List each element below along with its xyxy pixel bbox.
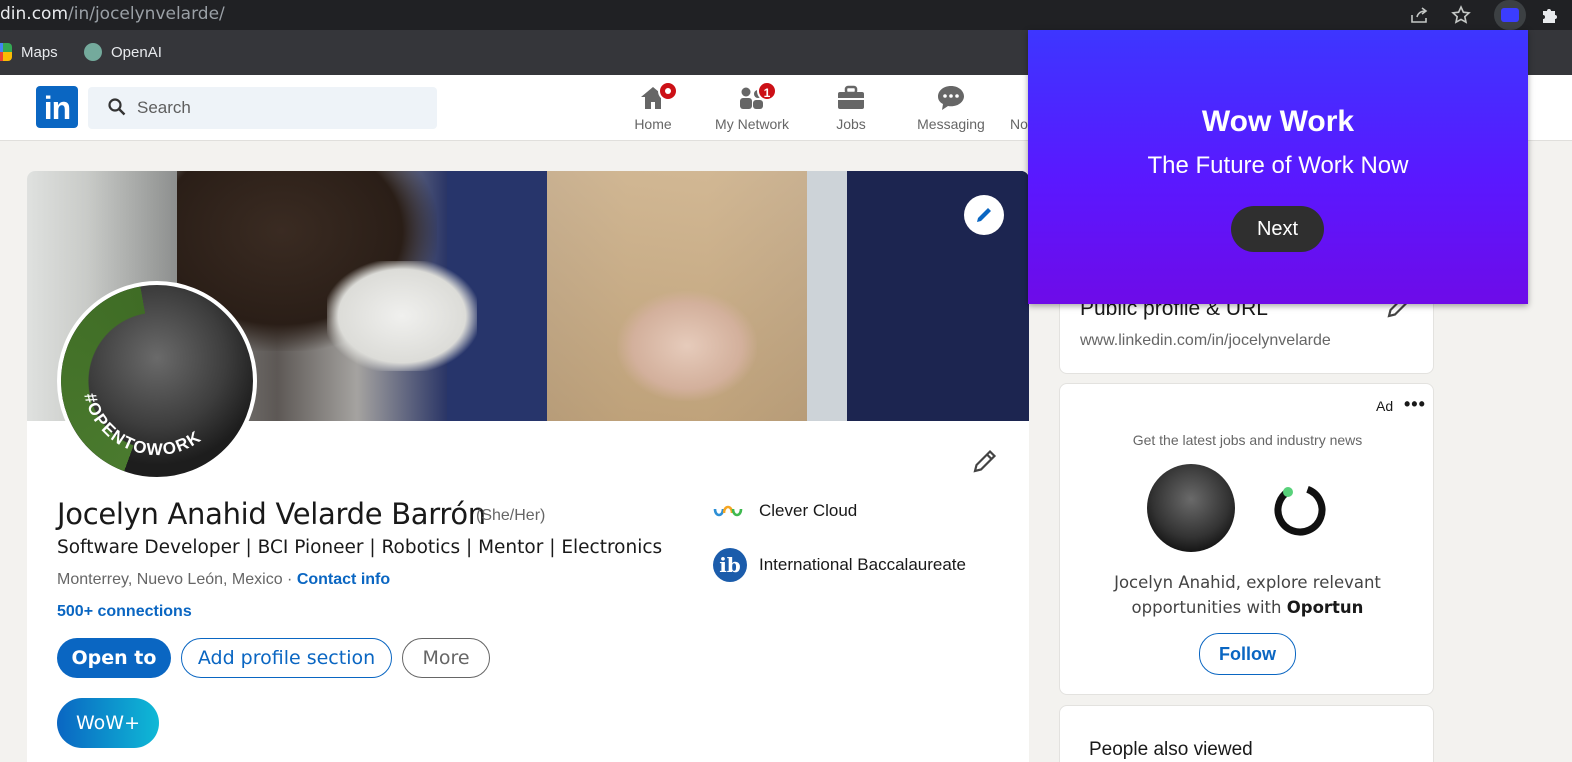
pencil-icon — [973, 449, 997, 473]
follow-button[interactable]: Follow — [1199, 633, 1296, 675]
more-button[interactable]: More — [402, 638, 490, 678]
ad-card: Ad ••• Get the latest jobs and industry … — [1059, 383, 1434, 695]
ad-message: Jocelyn Anahid, explore relevant opportu… — [1060, 570, 1435, 620]
profile-name: Jocelyn Anahid Velarde Barrón — [57, 497, 486, 531]
separator: · — [282, 571, 297, 588]
company-name: Clever Cloud — [759, 501, 858, 520]
wow-work-popup: Wow Work The Future of Work Now Next — [1028, 30, 1528, 304]
nav-label: My Network — [715, 116, 789, 132]
share-icon[interactable] — [1408, 4, 1432, 26]
experience-clever-cloud[interactable]: Clever Cloud — [713, 501, 857, 521]
popup-subtitle: The Future of Work Now — [1147, 152, 1409, 179]
nav-label: Home — [634, 116, 672, 132]
bookmark-openai[interactable]: OpenAI — [84, 43, 162, 61]
company-name: International Baccalaureate — [759, 555, 966, 574]
location-text: Monterrey, Nuevo León, Mexico — [57, 571, 283, 588]
bookmark-label: Maps — [21, 43, 58, 61]
wow-plus-button[interactable]: WoW+ — [57, 698, 159, 748]
public-profile-url: www.linkedin.com/in/jocelynvelarde — [1080, 332, 1331, 349]
profile-headline: Software Developer | BCI Pioneer | Robot… — [57, 537, 663, 558]
ad-subtitle: Get the latest jobs and industry news — [1132, 432, 1363, 448]
bookmark-label: OpenAI — [111, 43, 162, 61]
open-to-work-text: #OPENTOWORK — [80, 391, 205, 459]
profile-pronouns: (She/Her) — [476, 507, 546, 524]
popup-title: Wow Work — [1201, 105, 1355, 138]
openai-icon — [84, 43, 102, 61]
nav-label: Messaging — [917, 116, 985, 132]
profile-avatar[interactable]: #OPENTOWORK — [57, 281, 257, 481]
address-url[interactable]: din.com/in/jocelynvelarde/ — [0, 4, 225, 24]
edit-cover-button[interactable] — [964, 195, 1004, 235]
nav-notifications[interactable]: No — [1000, 83, 1030, 132]
ad-company: Oportun — [1286, 598, 1364, 617]
search-input[interactable]: Search — [88, 87, 437, 129]
edit-intro-button[interactable] — [969, 445, 1001, 477]
oportun-logo — [1274, 484, 1326, 536]
profile-card: #OPENTOWORK Jocelyn Anahid Velarde Barró… — [27, 171, 1029, 762]
svg-text:#OPENTOWORK: #OPENTOWORK — [80, 391, 205, 459]
wow-extension-icon[interactable] — [1494, 0, 1526, 30]
nav-jobs[interactable]: Jobs — [801, 83, 901, 132]
browser-address-bar: din.com/in/jocelynvelarde/ — [0, 0, 1572, 30]
briefcase-icon — [838, 85, 864, 109]
clever-cloud-logo — [713, 505, 743, 517]
maps-icon — [0, 43, 12, 61]
linkedin-logo[interactable]: in — [36, 86, 78, 128]
notification-badge: 1 — [757, 81, 777, 101]
next-button[interactable]: Next — [1231, 206, 1324, 252]
nav-label: Jobs — [836, 116, 866, 132]
bookmark-maps[interactable]: Maps — [0, 43, 58, 61]
nav-messaging[interactable]: Messaging — [901, 83, 1001, 132]
pencil-icon — [977, 208, 991, 222]
ad-menu-button[interactable]: ••• — [1404, 394, 1426, 415]
search-icon — [108, 98, 126, 116]
people-also-viewed-title: People also viewed — [1089, 739, 1253, 760]
nav-my-network[interactable]: 1 My Network — [702, 81, 802, 132]
ib-logo: ib — [713, 548, 747, 582]
chat-icon — [938, 86, 964, 110]
connections-link[interactable]: 500+ connections — [57, 603, 192, 621]
search-placeholder: Search — [137, 98, 191, 117]
nav-label: No — [1010, 116, 1028, 132]
ad-label: Ad — [1376, 398, 1394, 414]
notification-dot — [658, 81, 678, 101]
contact-info-link[interactable]: Contact info — [297, 571, 390, 588]
nav-home[interactable]: Home — [603, 81, 703, 132]
star-icon[interactable] — [1449, 4, 1473, 26]
people-also-viewed-card: People also viewed — [1059, 705, 1434, 762]
profile-location: Monterrey, Nuevo León, Mexico · Contact … — [57, 571, 390, 589]
puzzle-icon[interactable] — [1538, 4, 1562, 26]
add-profile-section-button[interactable]: Add profile section — [181, 638, 392, 678]
open-to-button[interactable]: Open to — [57, 638, 171, 678]
url-host: din.com — [0, 4, 68, 24]
experience-international-baccalaureate[interactable]: ib International Baccalaureate — [713, 548, 966, 582]
url-path: /in/jocelynvelarde/ — [68, 4, 225, 24]
ad-user-avatar — [1147, 464, 1235, 552]
